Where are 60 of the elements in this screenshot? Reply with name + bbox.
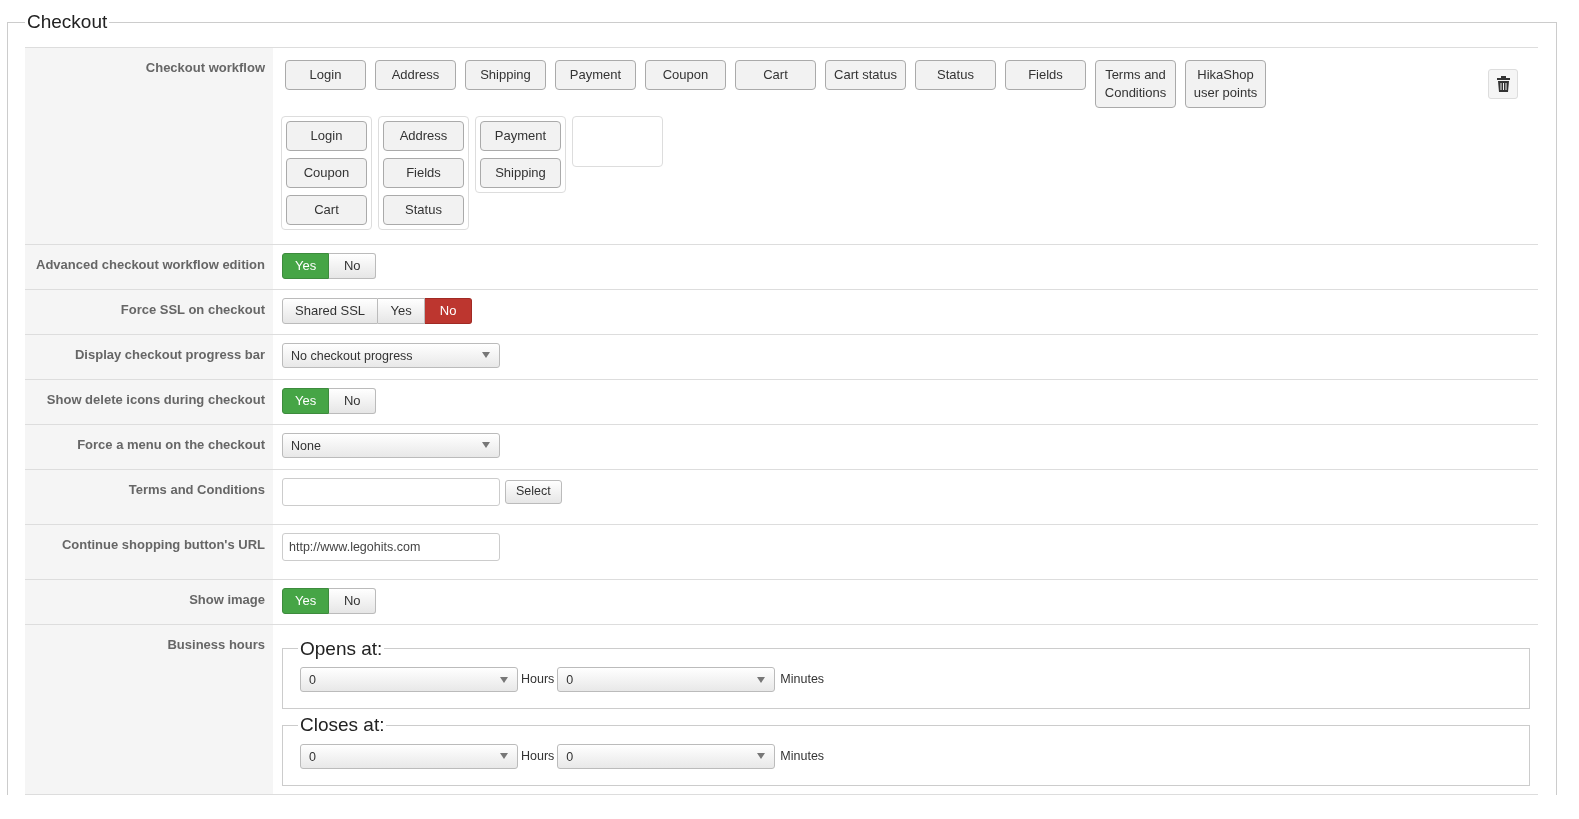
- toggle-option[interactable]: Yes: [378, 297, 426, 324]
- field-label: Show delete icons during checkout: [25, 379, 273, 424]
- workflow-step-button[interactable]: Address: [375, 59, 456, 90]
- caret-icon: [482, 442, 490, 448]
- workflow-step-button[interactable]: Payment: [480, 120, 561, 151]
- workflow-step-button[interactable]: Coupon: [645, 59, 726, 90]
- workflow-step-button[interactable]: Cart status: [825, 59, 906, 90]
- toggle-option[interactable]: Shared SSL: [282, 297, 379, 324]
- delete-button[interactable]: [1488, 68, 1518, 99]
- section-legend: Checkout: [25, 8, 110, 37]
- workflow-step-button[interactable]: Address: [383, 120, 464, 151]
- workflow-step-button[interactable]: Coupon: [286, 157, 367, 188]
- workflow-step-button[interactable]: Payment: [555, 59, 636, 90]
- workflow-step-button[interactable]: Login: [285, 59, 366, 90]
- workflow-step-button[interactable]: Cart: [286, 194, 367, 225]
- trash-icon: [1496, 75, 1510, 92]
- field-label: Force SSL on checkout: [25, 289, 273, 334]
- toggle-option[interactable]: No: [425, 297, 473, 324]
- field-label: Show image: [25, 579, 273, 624]
- field-label: Terms and Conditions: [25, 469, 273, 524]
- dropdown[interactable]: 0: [557, 667, 776, 692]
- toggle-option[interactable]: No: [329, 587, 377, 614]
- caret-icon: [757, 676, 766, 683]
- url-input-field[interactable]: http://www.legohits.com: [282, 532, 500, 561]
- workflow-step-button[interactable]: Status: [383, 194, 464, 225]
- field-label: Display checkout progress bar: [25, 334, 273, 379]
- unit-label: Minutes: [780, 671, 825, 689]
- caret-icon: [482, 352, 490, 358]
- field-label: Advanced checkout workflow edition: [25, 244, 273, 289]
- workflow-step-button[interactable]: Terms and Conditions: [1095, 59, 1176, 108]
- toggle-option[interactable]: No: [329, 387, 377, 414]
- unit-label: Minutes: [780, 747, 825, 765]
- field-label: Force a menu on the checkout: [25, 424, 273, 469]
- toggle-option[interactable]: No: [329, 252, 377, 279]
- field-label: Checkout workflow: [25, 47, 273, 244]
- workflow-step-button[interactable]: Fields: [1005, 59, 1086, 90]
- unit-label: Hours: [521, 747, 555, 765]
- select-button[interactable]: Select: [505, 479, 562, 504]
- workflow-step-button[interactable]: HikaShop user points: [1185, 59, 1266, 108]
- field-label: Business hours: [25, 624, 273, 794]
- workflow-step-button[interactable]: Shipping: [480, 157, 561, 188]
- caret-icon: [500, 753, 508, 759]
- caret-icon: [500, 676, 508, 683]
- dropdown[interactable]: No checkout progress: [282, 342, 500, 368]
- fieldset-legend: Opens at:: [298, 634, 385, 663]
- dropdown[interactable]: 0: [300, 667, 518, 692]
- dropdown[interactable]: 0: [557, 743, 776, 769]
- unit-label: Hours: [521, 671, 555, 689]
- dropdown[interactable]: None: [282, 432, 500, 458]
- workflow-step-button[interactable]: Shipping: [465, 59, 546, 90]
- workflow-step-button[interactable]: Fields: [383, 157, 464, 188]
- drop-zone-panel[interactable]: [572, 115, 663, 167]
- workflow-step-button[interactable]: Status: [915, 59, 996, 90]
- dropdown[interactable]: 0: [300, 743, 518, 769]
- workflow-step-button[interactable]: Cart: [735, 59, 816, 90]
- caret-icon: [757, 753, 766, 759]
- field-label: Continue shopping button's URL: [25, 524, 273, 579]
- fieldset-legend: Closes at:: [298, 711, 387, 740]
- text-input-field[interactable]: [282, 477, 500, 506]
- workflow-step-button[interactable]: Login: [286, 120, 367, 151]
